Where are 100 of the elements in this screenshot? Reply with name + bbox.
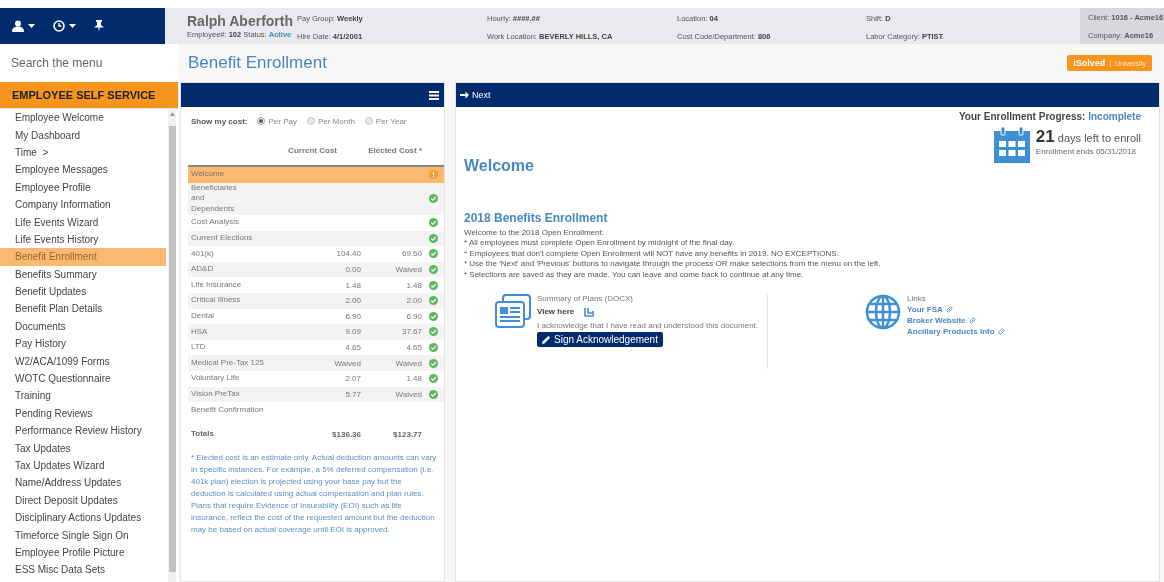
pencil-icon xyxy=(542,334,551,344)
sidebar-item[interactable]: Benefits Summary xyxy=(0,265,166,283)
sidebar-item[interactable]: WOTC Questionnaire xyxy=(0,369,166,388)
step-row[interactable]: Voluntary Life 2.07 1.48 xyxy=(188,370,444,387)
step-label: Current Elections xyxy=(190,232,254,244)
sidebar-item[interactable]: Timeforce Single Sign On xyxy=(0,526,166,544)
sidebar-item[interactable]: Employee Profile xyxy=(0,178,166,196)
sidebar-item[interactable]: Employee Welcome xyxy=(0,109,166,127)
show-cost-label: Show my cost: xyxy=(191,116,248,126)
period-radio[interactable]: Per Pay xyxy=(257,116,297,126)
step-label: Life Insurance xyxy=(190,279,243,291)
cost-note: * Elected cost is an estimate only. Actual deduction amounts can vary in specific instances. For example, a 5% deferred compensation (i.e. 401k plan) election is projected using your base pay but the deduction is calculated using actual compensation and plan rules. Plans that require Evidence of Insurability (EOI) such as life insurance, reflect the cost of the requested amount but the deduction may be based on actual coverage until EOI is approved. xyxy=(190,451,438,536)
sidebar-item[interactable]: Documents xyxy=(0,317,166,336)
sidebar-item[interactable]: Employee Messages xyxy=(0,161,166,179)
step-label: Vision PreTax xyxy=(190,388,241,400)
step-label: HSA xyxy=(190,326,209,338)
sidebar-item[interactable]: Tax Updates Wizard xyxy=(0,456,166,475)
table-cell-text: 104.40 xyxy=(335,249,361,259)
step-row[interactable]: Critical Illness 2.00 2.00 xyxy=(188,292,444,309)
document-title: Summary of Plans (DOCX) xyxy=(537,293,635,303)
sidebar-item[interactable]: Disciplinary Actions Updates xyxy=(0,509,166,527)
period-radio[interactable]: Per Month xyxy=(306,116,355,126)
table-cell-text: 37.67 xyxy=(400,327,422,337)
sidebar-item[interactable]: Pending Reviews xyxy=(0,404,166,423)
scrollbar[interactable] xyxy=(168,109,176,582)
sidebar-item[interactable]: Tax Updates xyxy=(0,439,166,457)
step-row[interactable]: Medical Pre-Tax 125 Waived Waived xyxy=(188,355,444,371)
step-row[interactable]: Dental 6.90 6.90 xyxy=(188,308,444,325)
text-line: * Selections are saved as they are made. You can leave and come back to continue at any time. xyxy=(464,269,805,280)
external-link[interactable]: Ancillary Products Info xyxy=(907,326,1005,336)
menu-icon[interactable] xyxy=(429,90,439,100)
step-row[interactable]: Vision PreTax 5.77 Waived xyxy=(188,386,444,403)
link-icon xyxy=(968,316,976,324)
sidebar-item[interactable]: Name/Address Updates xyxy=(0,474,166,492)
sidebar-item[interactable]: Time > xyxy=(0,143,166,162)
external-link[interactable]: Broker Website xyxy=(907,315,1005,325)
sidebar-item[interactable]: Performance Review History xyxy=(0,422,166,440)
sidebar-item[interactable]: My Dashboard xyxy=(0,126,166,144)
view-link[interactable]: View here xyxy=(537,307,575,317)
table-cell-text: 5.77 xyxy=(344,389,361,399)
sidebar-item[interactable]: ESS Misc Data Sets xyxy=(0,561,166,579)
sidebar-item[interactable]: Direct Deposit Updates xyxy=(0,491,166,509)
table-cell-text: Waived xyxy=(333,358,361,368)
step-row[interactable]: Cost Analysis xyxy=(188,215,444,231)
globe-icon xyxy=(865,293,901,330)
links-title: Links xyxy=(907,293,927,303)
calendar-icon xyxy=(993,127,1030,163)
step-label: Critical Illness xyxy=(190,295,242,307)
sidebar-item[interactable]: Training xyxy=(0,387,166,405)
column-header: Current Cost xyxy=(287,145,337,155)
text-line: * Employees that don't complete Open Enrollment will NOT have any benefits in 2019. NO EXCEPTIONS. xyxy=(464,248,840,260)
table-cell-text: 1.48 xyxy=(405,374,422,384)
table-cell-text: 1.48 xyxy=(405,280,422,290)
step-row[interactable]: Life Insurance 1.48 1.48 xyxy=(188,277,444,293)
link-icon xyxy=(945,305,953,313)
sidebar-item[interactable]: Company Information xyxy=(0,195,166,214)
enrollment-progress: Your Enrollment Progress: Incomplete xyxy=(957,111,1141,122)
step-row[interactable]: AD&D 0.00 Waived xyxy=(188,261,444,278)
sidebar-item[interactable]: Benefit Plan Details xyxy=(0,300,166,318)
table-cell-text: 2.07 xyxy=(344,374,361,384)
sign-button[interactable]: Sign Acknowledgement xyxy=(537,331,663,347)
totals-label: Totals xyxy=(190,429,215,441)
acknowledge-text: I acknowledge that I have read and understood this document. xyxy=(537,320,759,330)
arrow-icon xyxy=(460,91,469,99)
user-menu-icon[interactable] xyxy=(12,20,35,32)
step-label: Beneficiaries and Dependents xyxy=(190,182,238,215)
sidebar-item[interactable]: Life Events History xyxy=(0,230,166,249)
text-line: * Use the 'Next' and 'Previous' buttons to navigate through the process OR make selections from the menu on the left. xyxy=(464,259,882,270)
clock-menu-icon[interactable] xyxy=(53,20,76,32)
next-button[interactable]: Next xyxy=(460,90,491,100)
total-current: $136.36 xyxy=(331,430,361,440)
step-label: AD&D xyxy=(190,264,215,275)
step-label: Voluntary Life xyxy=(190,373,241,385)
period-radio[interactable]: Per Year xyxy=(364,116,407,126)
pin-icon[interactable] xyxy=(94,20,104,32)
step-row[interactable]: HSA 9.09 37.67 xyxy=(188,324,444,340)
step-row[interactable]: 401(k) 104.40 69.60 xyxy=(188,246,444,262)
external-link[interactable]: Your FSA xyxy=(907,304,1005,314)
table-cell-text: 69.60 xyxy=(400,249,422,259)
enrollment-end-date: Enrollment ends 05/31/2018 xyxy=(1035,147,1137,156)
document-icon xyxy=(495,293,531,328)
step-row[interactable]: LTD 4.65 4.65 xyxy=(188,339,444,356)
sidebar-item[interactable]: Benefit Updates xyxy=(0,282,166,301)
sidebar-item[interactable]: W2/ACA/1099 Forms xyxy=(0,352,166,370)
open-icon[interactable] xyxy=(584,306,595,317)
sidebar-item[interactable]: Employee Profile Picture xyxy=(0,543,166,562)
table-cell-text: Waived xyxy=(394,265,422,275)
link-icon xyxy=(997,327,1005,335)
step-row[interactable]: Benefit Confirmation xyxy=(188,402,444,418)
step-row[interactable]: Beneficiaries and Dependents xyxy=(188,182,444,215)
table-cell-text: 0.00 xyxy=(344,265,361,275)
column-header: Elected Cost * xyxy=(367,145,422,155)
sidebar-item[interactable]: Pay History xyxy=(0,335,166,353)
step-label: Welcome xyxy=(190,169,226,181)
table-cell-text: 6.90 xyxy=(405,311,422,321)
table-cell-text: Waived xyxy=(394,358,422,368)
sidebar-item[interactable]: Life Events Wizard xyxy=(0,213,166,231)
step-label: Dental xyxy=(190,310,216,322)
table-cell-text: 2.00 xyxy=(405,296,422,306)
step-row[interactable]: Current Elections xyxy=(188,230,444,247)
